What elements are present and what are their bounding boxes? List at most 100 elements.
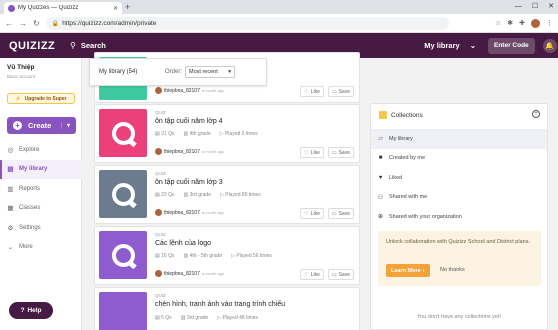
learn-more-button[interactable]: Learn More › bbox=[386, 264, 430, 277]
sidebar-item-my-library[interactable]: ▤ My library bbox=[0, 159, 82, 179]
save-button[interactable]: ▭ Save bbox=[327, 269, 354, 280]
search-bar[interactable]: ⚲ Search bbox=[62, 41, 402, 50]
maximize-button[interactable]: ☐ bbox=[532, 1, 538, 13]
sidebar-item-explore[interactable]: ◎ Explore bbox=[0, 140, 82, 160]
new-tab-button[interactable]: + bbox=[125, 2, 130, 13]
quiz-title[interactable]: Các lệnh của logo bbox=[155, 240, 211, 247]
upgrade-label: Upgrade to Super bbox=[24, 95, 67, 102]
window-controls: — ☐ ✕ bbox=[515, 1, 554, 13]
quiz-owner: thiepbna_82107 a month ago bbox=[155, 87, 224, 94]
avatar bbox=[155, 209, 162, 216]
back-button[interactable]: ← bbox=[5, 19, 13, 28]
quiz-thumbnail bbox=[99, 109, 147, 157]
sidebar-item-reports[interactable]: ▥ Reports bbox=[0, 179, 82, 199]
collection-item-shared-org[interactable]: ⊕ Shared with your organization bbox=[371, 207, 547, 227]
browser-tab[interactable]: My Quizzes — Quizizz ✕ bbox=[4, 2, 122, 14]
sidebar-item-label: Explore bbox=[19, 146, 40, 153]
create-button[interactable]: + Create ▾ bbox=[7, 117, 76, 134]
extension-icon[interactable]: ✱ bbox=[507, 19, 513, 27]
collections-title: Collections bbox=[391, 111, 423, 119]
quizizz-q-icon bbox=[111, 182, 135, 206]
plus-icon: + bbox=[13, 121, 22, 130]
sidebar-item-more[interactable]: ⌄ More bbox=[0, 238, 82, 258]
save-button[interactable]: ▭ Save bbox=[327, 147, 354, 158]
library-dropdown[interactable]: My library ⌄ bbox=[402, 41, 482, 50]
quizizz-q-icon bbox=[111, 243, 135, 267]
quiz-card[interactable]: QUIZ ôn tập cuối năm lớp 4 ▤ 21 Qs ▥ 4th… bbox=[94, 104, 360, 163]
classes-icon: ▦ bbox=[7, 205, 14, 213]
bell-icon[interactable]: 🔔 bbox=[542, 38, 557, 53]
add-collection-button[interactable]: + bbox=[532, 110, 540, 118]
questions-count: ▤ 21 Qs bbox=[155, 131, 175, 137]
grade-level: ▥ 4th - 5th grade bbox=[183, 253, 223, 259]
like-button[interactable]: ♡ Like bbox=[300, 86, 324, 97]
collection-item-my-library[interactable]: ▱ My library bbox=[371, 129, 547, 149]
heart-icon: ♡ bbox=[304, 88, 309, 95]
help-button[interactable]: ? Help bbox=[9, 302, 53, 319]
reload-button[interactable]: ↻ bbox=[33, 19, 40, 28]
sidebar-item-settings[interactable]: ⚙ Settings bbox=[0, 218, 82, 238]
no-thanks-button[interactable]: No thanks bbox=[440, 267, 465, 273]
order-select[interactable]: Most recent ▾ bbox=[185, 66, 236, 78]
like-button[interactable]: ♡ Like bbox=[300, 208, 324, 219]
quiz-card[interactable]: QUIZ Các lệnh của logo ▤ 16 Qs ▥ 4th - 5… bbox=[94, 226, 360, 285]
quiz-thumbnail bbox=[99, 170, 147, 218]
like-button[interactable]: ♡ Like bbox=[300, 269, 324, 280]
quiz-title[interactable]: ôn tập cuối năm lớp 4 bbox=[155, 118, 223, 125]
played-count: ▷ Played 56 times bbox=[231, 253, 272, 259]
quiz-card[interactable]: QUIZ ôn tập cuối năm lớp 3 ▤ 23 Qs ▥ 3rd… bbox=[94, 165, 360, 224]
collection-item-liked[interactable]: ♥ Liked bbox=[371, 168, 547, 188]
collection-item-created-by-me[interactable]: ■ Created by me bbox=[371, 149, 547, 169]
quiz-meta: ▤ 21 Qs ▥ 4th grade ▷ Played 0 times bbox=[155, 131, 258, 137]
forward-button[interactable]: → bbox=[19, 19, 27, 28]
quiz-actions: ♡ Like ▭ Save bbox=[300, 269, 354, 280]
avatar bbox=[155, 148, 162, 155]
quizizz-favicon-icon bbox=[8, 4, 15, 12]
quiz-actions: ♡ Like ▭ Save bbox=[300, 208, 354, 219]
collections-list: ▱ My library ■ Created by me ♥ Liked ⚇ S… bbox=[371, 129, 547, 227]
profile-avatar[interactable] bbox=[531, 18, 540, 28]
folder-icon: ▭ bbox=[331, 88, 337, 95]
compass-icon: ◎ bbox=[7, 146, 14, 154]
save-button[interactable]: ▭ Save bbox=[327, 86, 354, 97]
collection-item-shared-with-me[interactable]: ⚇ Shared with me bbox=[371, 188, 547, 208]
quiz-title[interactable]: chèn hình, tranh ảnh vào trang trình chi… bbox=[155, 301, 285, 308]
close-tab-icon[interactable]: ✕ bbox=[113, 5, 118, 12]
quiz-actions: ♡ Like ▭ Save bbox=[300, 86, 354, 97]
chevron-down-icon[interactable]: ▾ bbox=[60, 122, 70, 129]
minimize-button[interactable]: — bbox=[515, 1, 522, 13]
collection-item-label: Shared with me bbox=[389, 194, 428, 201]
help-icon: ? bbox=[20, 307, 25, 314]
like-button[interactable]: ♡ Like bbox=[300, 147, 324, 158]
quizizz-logo[interactable]: QUIZIZZ bbox=[0, 40, 62, 52]
quiz-actions: ♡ Like ▭ Save bbox=[300, 147, 354, 158]
upgrade-button[interactable]: ⚡ Upgrade to Super bbox=[7, 93, 75, 104]
browser-tab-title: My Quizzes — Quizizz bbox=[18, 5, 79, 11]
search-icon: ⚲ bbox=[70, 41, 76, 50]
quiz-card[interactable]: QUIZ chèn hình, tranh ảnh vào trang trìn… bbox=[94, 287, 360, 330]
sidebar-item-classes[interactable]: ▦ Classes bbox=[0, 199, 82, 219]
sidebar-nav: ◎ Explore ▤ My library ▥ Reports ▦ Class… bbox=[0, 140, 82, 257]
save-button[interactable]: ▭ Save bbox=[327, 208, 354, 219]
quiz-owner: thiepbna_82107 a month ago bbox=[155, 270, 224, 277]
owner-name: thiepbna_82107 bbox=[164, 209, 200, 216]
owner-time: a month ago bbox=[201, 88, 225, 93]
search-label: Search bbox=[80, 41, 106, 50]
puzzle-icon[interactable]: ✚ bbox=[519, 19, 525, 27]
quiz-title[interactable]: ôn tập cuối năm lớp 3 bbox=[155, 179, 223, 186]
chevron-down-icon: ⌄ bbox=[7, 244, 14, 252]
folder-icon: ▭ bbox=[331, 149, 337, 156]
enter-code-button[interactable]: Enter Code bbox=[488, 37, 535, 54]
star-icon[interactable]: ☆ bbox=[495, 19, 501, 27]
menu-icon[interactable]: ⋮ bbox=[546, 19, 553, 27]
close-window-button[interactable]: ✕ bbox=[548, 1, 554, 13]
questions-count: ▤ 16 Qs bbox=[155, 253, 175, 259]
owner-time: a month ago bbox=[201, 149, 225, 154]
like-label: Like bbox=[310, 271, 320, 278]
browser-extensions: ☆ ✱ ✚ ⋮ bbox=[495, 18, 553, 28]
save-label: Save bbox=[338, 271, 350, 278]
url-field[interactable]: 🔒 https://quizizz.com/admin/private bbox=[45, 16, 449, 30]
quiz-meta: ▤ 5 Qs ▥ 3rd grade ▷ Played 48 times bbox=[155, 315, 258, 321]
lock-icon: 🔒 bbox=[51, 20, 60, 27]
heart-icon: ♡ bbox=[304, 149, 309, 156]
